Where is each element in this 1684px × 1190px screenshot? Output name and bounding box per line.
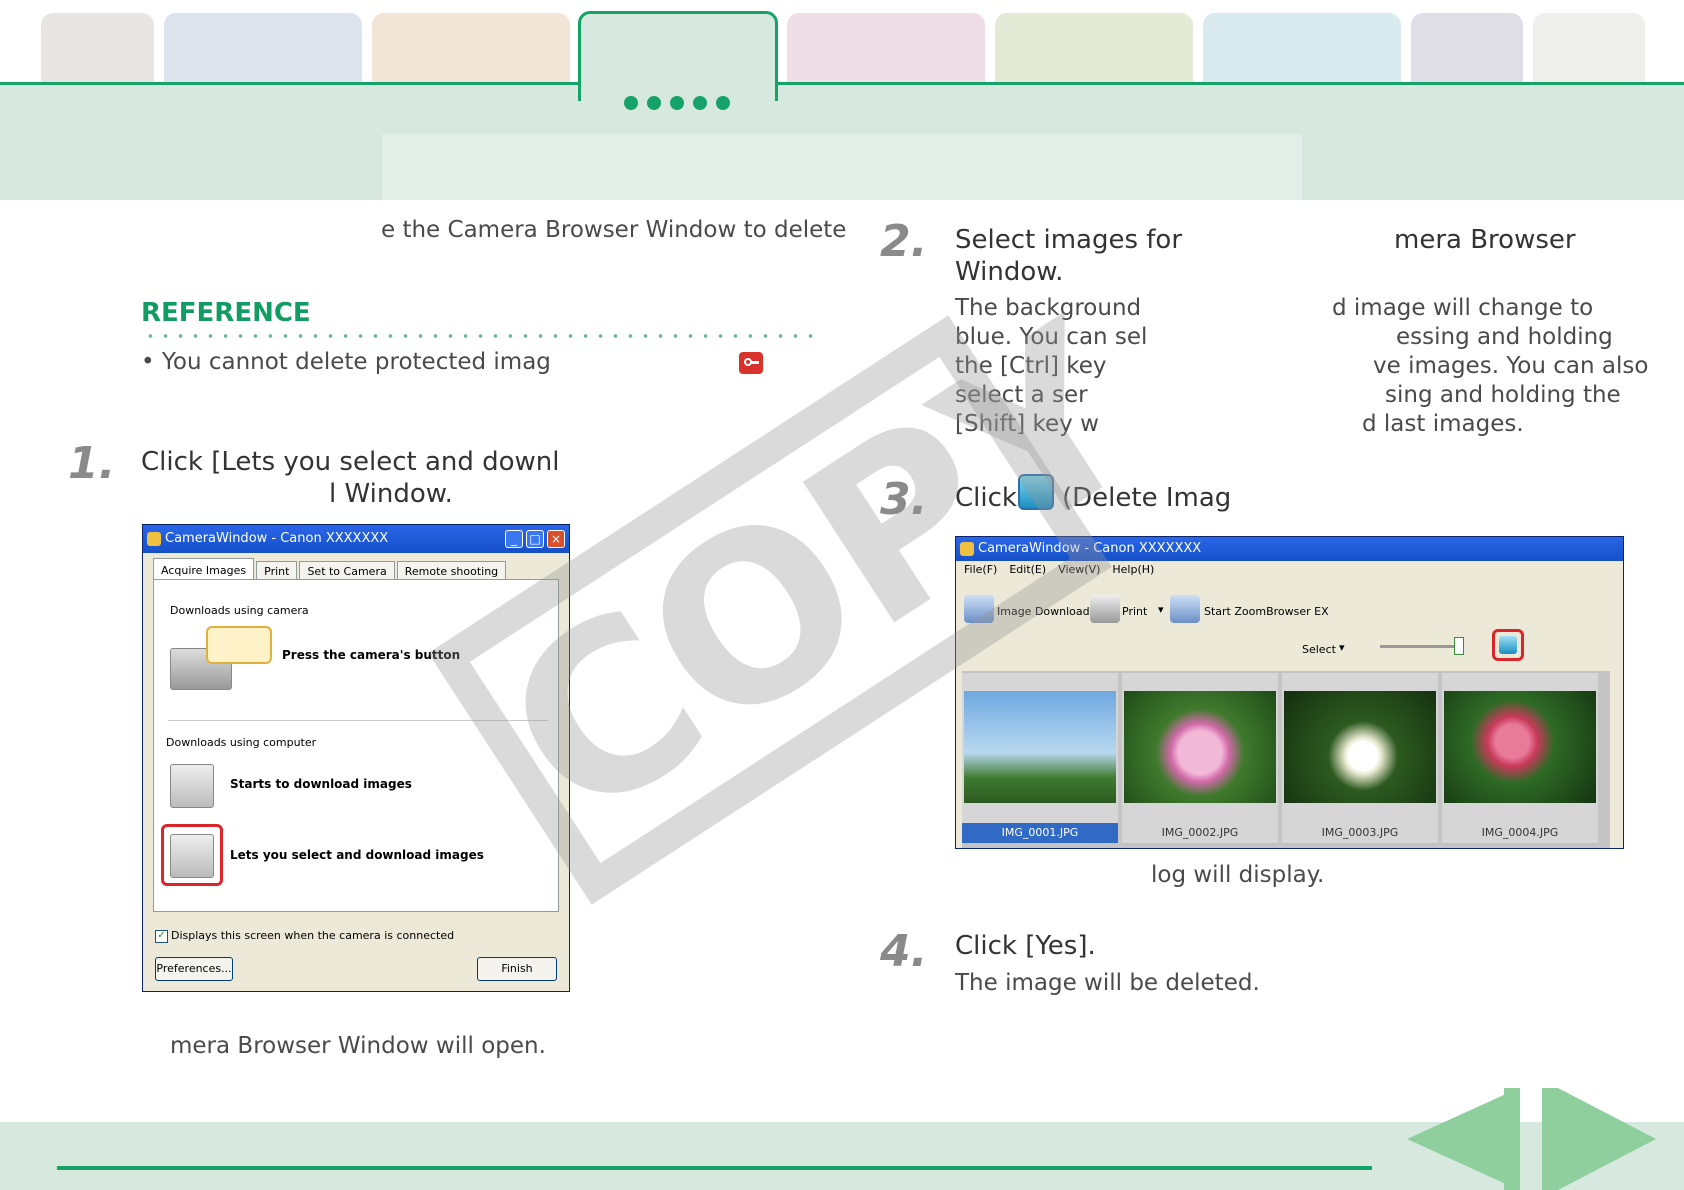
step-2-body-right-4: sing and holding the bbox=[1385, 382, 1621, 408]
starts-download-label[interactable]: Starts to download images bbox=[230, 777, 412, 791]
step-1-title-line1: Click [Lets you select and downl bbox=[141, 447, 560, 477]
protect-key-icon bbox=[739, 352, 763, 374]
zoombrowser-icon[interactable] bbox=[1170, 595, 1200, 623]
step-1-result: mera Browser Window will open. bbox=[170, 1033, 546, 1059]
select-button[interactable]: Select bbox=[1302, 643, 1336, 656]
step-3-result: log will display. bbox=[1151, 862, 1325, 888]
tab-remote-shooting[interactable]: Remote shooting bbox=[396, 561, 507, 581]
camera-window-title: CameraWindow - Canon XXXXXXX bbox=[165, 531, 389, 546]
header-tab-8[interactable] bbox=[1411, 13, 1523, 85]
photo-white-flower bbox=[1284, 691, 1436, 803]
thumbnail-1-filename: IMG_0001.JPG bbox=[962, 823, 1118, 843]
reference-bullet: • You cannot delete protected imag bbox=[141, 349, 551, 375]
select-download-label[interactable]: Lets you select and download images bbox=[230, 848, 484, 862]
step-2-title-line2: Window. bbox=[955, 257, 1064, 287]
previous-page-arrow-bar[interactable] bbox=[1504, 1088, 1520, 1190]
header-line-left bbox=[0, 82, 582, 85]
photo-lily-sky bbox=[964, 691, 1116, 803]
camera-app-icon bbox=[147, 532, 161, 546]
thumbnail-1[interactable]: IMG_0001.JPG bbox=[962, 673, 1118, 843]
step-2-title-line1: Select images for bbox=[955, 225, 1183, 255]
previous-page-arrow-icon[interactable] bbox=[1407, 1088, 1519, 1190]
camera-buttons-icon bbox=[206, 626, 272, 664]
section-downloads-camera: Downloads using camera bbox=[170, 604, 309, 617]
close-icon[interactable]: × bbox=[547, 530, 565, 548]
thumbnail-2[interactable]: IMG_0002.JPG bbox=[1122, 673, 1278, 843]
camera-window-titlebar: CameraWindow - Canon XXXXXXX _ □ × bbox=[143, 525, 569, 553]
step-1-title-line2: l Window. bbox=[329, 479, 453, 509]
select-dropdown-icon[interactable]: ▾ bbox=[1339, 641, 1345, 654]
zoom-slider[interactable] bbox=[1380, 645, 1462, 648]
next-page-arrow-icon[interactable] bbox=[1558, 1088, 1656, 1190]
photo-pink-flower bbox=[1124, 691, 1276, 803]
header-tab-3[interactable] bbox=[372, 13, 570, 85]
step-2-body-right-1: d image will change to bbox=[1332, 295, 1594, 321]
section-downloads-computer: Downloads using computer bbox=[166, 736, 317, 749]
header-tab-5[interactable] bbox=[787, 13, 985, 85]
finish-button[interactable]: Finish bbox=[477, 957, 557, 981]
thumbnail-4[interactable]: IMG_0004.JPG bbox=[1442, 673, 1598, 843]
step-4-body: The image will be deleted. bbox=[955, 970, 1260, 996]
print-button[interactable]: Print bbox=[1122, 605, 1147, 618]
step-4-title: Click [Yes]. bbox=[955, 931, 1096, 961]
download-images-icon[interactable] bbox=[170, 764, 214, 808]
start-zoombrowser-button[interactable]: Start ZoomBrowser EX bbox=[1204, 605, 1329, 618]
step-2-body-right-3: ve images. You can also bbox=[1373, 353, 1649, 379]
zoom-slider-thumb[interactable] bbox=[1454, 637, 1464, 655]
header-tab-9[interactable] bbox=[1533, 13, 1645, 85]
header-tab-2[interactable] bbox=[164, 13, 362, 85]
header-tab-1[interactable] bbox=[41, 13, 154, 85]
delete-button-highlight bbox=[1492, 629, 1524, 661]
thumbnail-4-filename: IMG_0004.JPG bbox=[1481, 826, 1559, 839]
header-tab-active[interactable] bbox=[578, 11, 778, 101]
show-on-connect-label: Displays this screen when the camera is … bbox=[171, 929, 455, 942]
thumbnail-3[interactable]: IMG_0003.JPG bbox=[1282, 673, 1438, 843]
step-2-body-right-5: d last images. bbox=[1362, 411, 1524, 437]
intro-text: e the Camera Browser Window to delete bbox=[381, 217, 847, 243]
camera-window-tabs: Acquire Images Print Set to Camera Remot… bbox=[153, 558, 508, 581]
thumbnail-grid: IMG_0001.JPG IMG_0002.JPG IMG_0003.JPG I… bbox=[962, 671, 1610, 848]
header-tab-7[interactable] bbox=[1203, 13, 1401, 85]
preferences-button[interactable]: Preferences... bbox=[155, 957, 233, 981]
thumbnail-3-filename: IMG_0003.JPG bbox=[1321, 826, 1399, 839]
maximize-icon[interactable]: □ bbox=[526, 530, 544, 548]
select-download-highlight bbox=[161, 824, 223, 886]
footer-line bbox=[57, 1166, 1372, 1170]
tab-print[interactable]: Print bbox=[256, 561, 298, 581]
printer-icon[interactable] bbox=[1090, 595, 1120, 623]
step-2-number: 2. bbox=[880, 216, 928, 267]
show-on-connect-checkbox[interactable]: ✓ bbox=[155, 930, 168, 943]
header-tab-6[interactable] bbox=[995, 13, 1193, 85]
minimize-icon[interactable]: _ bbox=[505, 530, 523, 548]
thumbnail-2-filename: IMG_0002.JPG bbox=[1161, 826, 1239, 839]
reference-divider bbox=[143, 334, 813, 338]
page-indicator-dots bbox=[624, 96, 730, 110]
next-page-arrow-bar[interactable] bbox=[1542, 1088, 1558, 1190]
reference-heading: REFERENCE bbox=[141, 298, 311, 328]
photo-red-flower bbox=[1444, 691, 1596, 803]
tab-acquire-images[interactable]: Acquire Images bbox=[153, 558, 255, 581]
header-line-right bbox=[774, 82, 1684, 85]
print-dropdown-icon[interactable]: ▾ bbox=[1158, 603, 1164, 616]
step-2-body-right-2: essing and holding bbox=[1396, 324, 1613, 350]
step-4-number: 4. bbox=[880, 926, 928, 977]
menu-help[interactable]: Help(H) bbox=[1112, 563, 1154, 576]
step-2-title-line1b: mera Browser bbox=[1394, 225, 1576, 255]
step-1-number: 1. bbox=[68, 438, 116, 489]
tab-set-to-camera[interactable]: Set to Camera bbox=[299, 561, 395, 581]
header-title-area bbox=[382, 134, 1302, 200]
